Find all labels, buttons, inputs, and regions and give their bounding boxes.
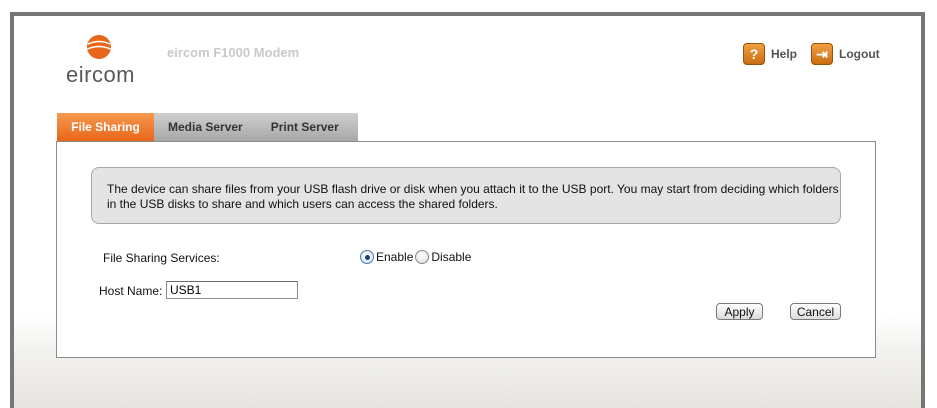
tab-file-sharing[interactable]: File Sharing [57, 113, 154, 141]
disable-radio[interactable] [415, 250, 430, 264]
eircom-logo: eircom [56, 30, 146, 90]
logout-icon: ⇥ [811, 43, 834, 65]
apply-button[interactable]: Apply [716, 303, 763, 320]
cancel-button[interactable]: Cancel [790, 303, 841, 320]
tab-bar: File Sharing Media Server Print Server [57, 113, 353, 141]
disable-label[interactable]: Disable [431, 250, 471, 264]
help-label: Help [771, 47, 798, 61]
tab-media-server[interactable]: Media Server [154, 113, 257, 141]
logout-label: Logout [839, 47, 880, 61]
host-name-input[interactable] [166, 281, 298, 299]
file-sharing-radio-group: Enable Disable [360, 250, 473, 264]
host-name-label: Host Name: [99, 284, 163, 298]
app-title: eircom F1000 Modem [167, 45, 300, 60]
top-links: ? Help ⇥ Logout [743, 42, 894, 66]
logo-text: eircom [66, 62, 136, 87]
help-link[interactable]: ? Help [743, 43, 797, 65]
file-sharing-services-label: File Sharing Services: [103, 251, 220, 265]
logo-ball-icon [87, 35, 111, 59]
tab-print-server[interactable]: Print Server [256, 113, 353, 141]
logout-link[interactable]: ⇥ Logout [811, 43, 880, 65]
info-box: The device can share files from your USB… [91, 167, 841, 224]
enable-radio[interactable] [360, 250, 374, 264]
enable-label[interactable]: Enable [376, 250, 413, 264]
help-icon: ? [743, 43, 765, 65]
file-sharing-panel: The device can share files from your USB… [56, 141, 876, 358]
